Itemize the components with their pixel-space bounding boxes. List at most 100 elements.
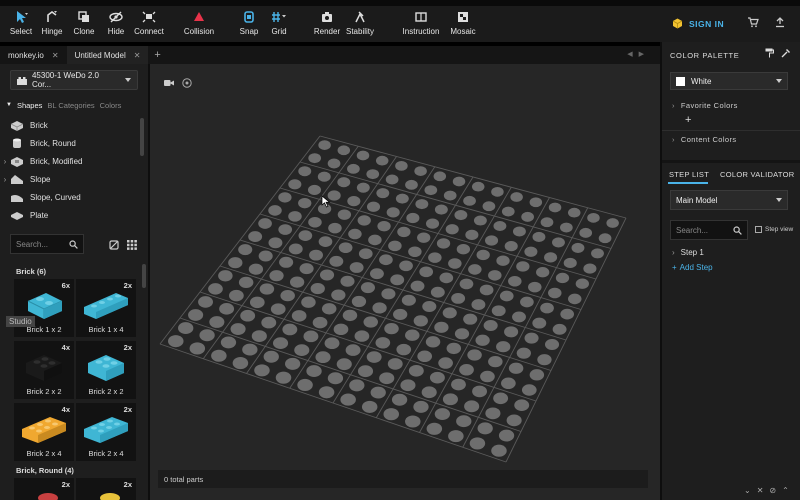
stud bbox=[347, 163, 360, 174]
stud bbox=[529, 369, 545, 381]
stud bbox=[583, 263, 597, 274]
content-colors-label: Content Colors bbox=[680, 135, 737, 144]
tab-monkey-io[interactable]: monkey.io ✕ bbox=[0, 46, 67, 64]
category-brick-round[interactable]: Brick, Round bbox=[0, 134, 140, 152]
part-card-round-2[interactable]: 2x bbox=[76, 478, 136, 500]
stud bbox=[391, 393, 408, 406]
stud bbox=[501, 206, 515, 217]
category-brick[interactable]: Brick bbox=[0, 116, 140, 134]
stud bbox=[428, 252, 442, 263]
stud bbox=[459, 364, 474, 376]
instruction-tool[interactable]: Instruction bbox=[401, 10, 441, 36]
stability-icon bbox=[353, 10, 367, 24]
category-plate[interactable]: Plate bbox=[0, 206, 140, 224]
part-card-brick-1x4[interactable]: 2x Brick 1 x 4 bbox=[76, 279, 136, 337]
collapse-arrows-icon[interactable]: ◀▶ bbox=[627, 50, 650, 58]
stud bbox=[366, 351, 382, 363]
chevron-right-icon[interactable]: › bbox=[0, 157, 10, 166]
step-label: Step 1 bbox=[680, 248, 704, 257]
chevron-up-icon[interactable]: ⌃ bbox=[782, 486, 789, 495]
paint-roller-icon[interactable] bbox=[764, 48, 774, 58]
category-slope[interactable]: › Slope bbox=[0, 170, 140, 188]
add-tab-icon[interactable]: + bbox=[154, 49, 160, 61]
stud bbox=[419, 266, 434, 278]
eyedropper-icon[interactable] bbox=[780, 48, 790, 58]
category-slope-curved[interactable]: Slope, Curved bbox=[0, 188, 140, 206]
part-card-brick-2x2-blue[interactable]: 2x Brick 2 x 2 bbox=[76, 341, 136, 399]
part-card-brick-2x4-orange[interactable]: 4x Brick 2 x 4 bbox=[14, 403, 74, 461]
favorite-colors-toggle[interactable]: › Favorite Colors bbox=[672, 101, 738, 110]
add-step-button[interactable]: + Add Step bbox=[672, 263, 713, 272]
studio-tooltip: Studio bbox=[6, 316, 35, 327]
tool-label: Hinge bbox=[41, 27, 63, 36]
step-item[interactable]: › Step 1 bbox=[672, 248, 704, 257]
chevron-right-icon[interactable]: › bbox=[0, 175, 10, 184]
3d-viewport[interactable] bbox=[150, 64, 660, 500]
step-search-input[interactable]: Search... bbox=[670, 220, 748, 240]
content-colors-toggle[interactable]: › Content Colors bbox=[672, 135, 737, 144]
tab-step-list[interactable]: STEP LIST bbox=[669, 170, 709, 179]
sign-in-button[interactable]: SIGN IN bbox=[672, 18, 724, 29]
tab-untitled-model[interactable]: Untitled Model ✕ bbox=[66, 46, 149, 64]
model-selector[interactable]: Main Model bbox=[670, 190, 788, 210]
color-selector[interactable]: White bbox=[670, 72, 788, 90]
stud bbox=[229, 289, 244, 302]
video-camera-icon[interactable] bbox=[164, 79, 174, 89]
set-selector[interactable]: 45300-1 WeDo 2.0 Cor... bbox=[10, 70, 138, 90]
stud bbox=[327, 372, 344, 385]
stud bbox=[199, 329, 215, 342]
stud bbox=[501, 377, 516, 389]
stud bbox=[488, 355, 503, 368]
tab-bl-categories[interactable]: BL Categories bbox=[47, 101, 94, 110]
close-icon[interactable]: ✕ bbox=[134, 51, 141, 60]
part-card-brick-2x4-blue[interactable]: 2x Brick 2 x 4 bbox=[76, 403, 136, 461]
collapse-icon[interactable]: ⌄ bbox=[744, 486, 751, 495]
stud bbox=[340, 275, 355, 287]
part-card-brick-2x2-black[interactable]: 4x Brick 2 x 2 bbox=[14, 341, 74, 399]
category-scrollbar[interactable] bbox=[140, 118, 144, 156]
connect-tool[interactable]: Connect bbox=[129, 10, 169, 36]
filter-off-icon[interactable] bbox=[108, 239, 120, 251]
grid-view-icon[interactable] bbox=[126, 239, 138, 251]
stud bbox=[360, 282, 375, 294]
stud bbox=[219, 303, 235, 315]
group-heading-brick: Brick (6) bbox=[16, 267, 47, 276]
stud bbox=[345, 344, 361, 356]
add-favorite-color-icon[interactable]: + bbox=[685, 114, 692, 126]
checkbox[interactable] bbox=[755, 226, 762, 233]
orbit-icon[interactable] bbox=[182, 78, 192, 90]
part-card-brick-1x2[interactable]: 6x Brick 1 x 2 bbox=[14, 279, 74, 337]
upload-icon[interactable] bbox=[772, 14, 788, 30]
step-view-checkbox[interactable]: Step view bbox=[755, 226, 793, 233]
parts-search-input[interactable]: Search... bbox=[10, 234, 84, 254]
baseplate-grid[interactable] bbox=[150, 64, 660, 500]
stud bbox=[491, 444, 507, 457]
slope-icon bbox=[10, 173, 24, 185]
modified-brick-icon bbox=[10, 155, 24, 167]
close-icon[interactable]: ✕ bbox=[52, 51, 59, 60]
tab-color-validator[interactable]: COLOR VALIDATOR bbox=[720, 170, 795, 179]
tab-shapes[interactable]: Shapes bbox=[17, 101, 42, 110]
stud bbox=[438, 357, 453, 369]
stud bbox=[318, 386, 335, 399]
collision-tool[interactable]: Collision bbox=[179, 10, 219, 36]
stud bbox=[248, 263, 264, 275]
brick-icon bbox=[17, 76, 27, 85]
category-brick-modified[interactable]: › Brick, Modified bbox=[0, 152, 140, 170]
expand-icon[interactable]: ✕ bbox=[757, 486, 764, 495]
mosaic-tool[interactable]: Mosaic bbox=[443, 10, 483, 36]
stud bbox=[575, 278, 589, 289]
tab-colors[interactable]: Colors bbox=[100, 101, 122, 110]
grid-tool[interactable]: Grid bbox=[259, 10, 299, 36]
stud bbox=[516, 261, 530, 272]
category-label: Brick, Modified bbox=[30, 156, 83, 166]
parts-scrollbar[interactable] bbox=[142, 264, 146, 288]
stud bbox=[443, 190, 457, 201]
stud bbox=[560, 308, 575, 320]
part-card-round-1[interactable]: 2x bbox=[14, 478, 74, 500]
cart-icon[interactable] bbox=[745, 14, 761, 30]
stability-tool[interactable]: Stability bbox=[340, 10, 380, 36]
stud bbox=[306, 365, 322, 378]
round-brick-red-image bbox=[38, 493, 58, 500]
hide-icon[interactable]: ⊘ bbox=[769, 486, 776, 495]
